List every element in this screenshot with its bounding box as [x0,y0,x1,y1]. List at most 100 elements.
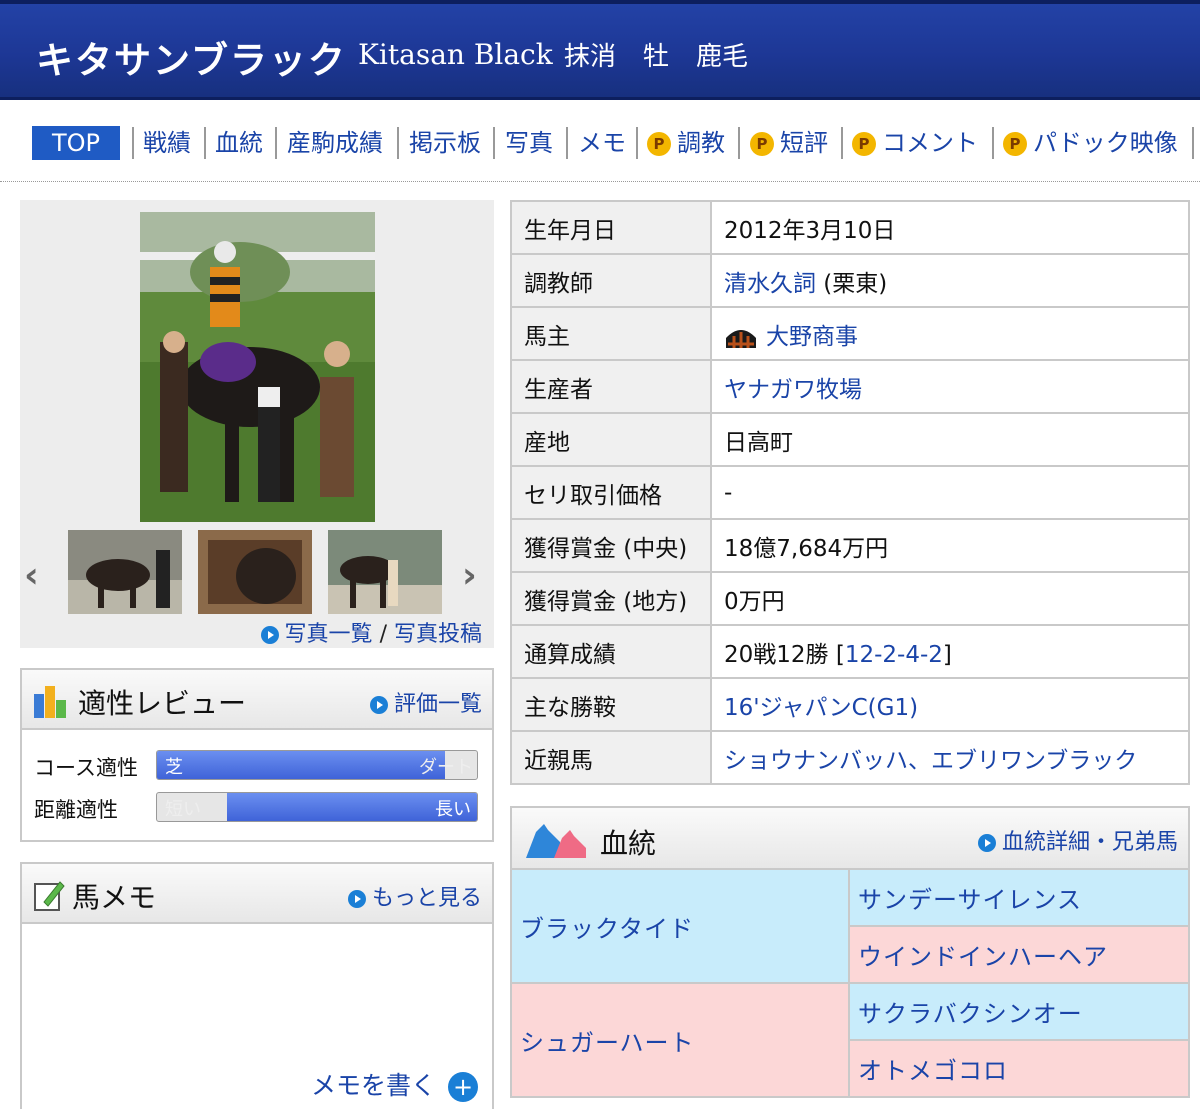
arrow-circle-icon [260,626,279,644]
breeder-link[interactable]: ヤナガワ牧場 [724,377,862,403]
major-wins-value: 16'ジャパンC(G1) [710,677,1190,732]
photo-post-link[interactable]: 写真投稿 [394,622,482,647]
owner-key: 馬主 [510,306,712,361]
major-wins-key: 主な勝鞍 [510,677,712,732]
tab-memo[interactable]: メモ [578,126,626,160]
thumbnail[interactable] [328,530,442,614]
sire-dam-cell[interactable]: ウインドインハーヘア [848,925,1190,984]
horse-memo-header: 馬メモ もっと見る [22,864,492,924]
owner-link[interactable]: 大野商事 [766,324,858,350]
tab-results[interactable]: 戦績 [143,126,191,160]
thumbnail[interactable] [68,530,182,614]
trainer-link[interactable]: 清水久詞 [724,271,816,297]
horse-memo-title: 馬メモ [72,881,157,914]
dam-cell[interactable]: シュガーハート [510,982,850,1098]
tab-nav: TOP 戦績 血統 産駒成績 掲示板 写真 メモ P 調教 P 短評 P コメント P… [0,100,1200,182]
tab-separator [397,127,399,159]
tab-top[interactable]: TOP [32,126,120,160]
table-row: 調教師 清水久詞 (栗東) [510,253,1190,308]
sire-sire-cell[interactable]: サンデーサイレンス [848,868,1190,927]
auction-price-value: - [710,465,1190,520]
birthdate-key: 生年月日 [510,200,712,255]
write-memo-label: メモを書く [311,1071,437,1100]
tab-separator [275,127,277,159]
owner-value: 大野商事 [710,306,1190,361]
tab-offspring[interactable]: 産駒成績 [287,126,383,160]
birthdate-value: 2012年3月10日 [710,200,1190,255]
rating-list-label: 評価一覧 [393,692,482,717]
horse-name-ja: キタサンブラック [36,39,347,82]
tab-board[interactable]: 掲示板 [409,126,481,160]
course-aptitude-fill [157,751,445,779]
tab-comment-label: コメント [882,129,978,157]
earnings-central-value: 18億7,684万円 [710,518,1190,573]
thumbnail[interactable] [198,530,312,614]
next-arrow-icon[interactable]: › [462,555,477,596]
tab-paddock-video-label: パドック映像 [1033,129,1178,157]
arrow-circle-icon [347,890,366,908]
more-memo-label: もっと見る [371,886,482,911]
photo-panel: ‹ › 写真一覧 / 写真投稿 [20,200,494,648]
career-record-text: 20戦12勝 [ [724,641,845,668]
tab-separator [738,127,740,159]
relatives-key: 近親馬 [510,730,712,785]
prev-arrow-icon[interactable]: ‹ [24,555,39,596]
sex-label: 牡 [643,42,670,72]
birthplace-value: 日高町 [710,412,1190,467]
pedigree-detail-link[interactable]: 血統詳細・兄弟馬 [977,824,1178,856]
memo-pencil-icon [34,881,65,911]
trainer-value: 清水久詞 (栗東) [710,253,1190,308]
career-record-link[interactable]: 12-2-4-2 [845,642,943,668]
link-separator: / [379,622,387,647]
major-win-link[interactable]: 16'ジャパンC(G1) [724,695,918,721]
career-record-key: 通算成績 [510,624,712,679]
tab-separator [1192,127,1194,159]
dam-sire-cell[interactable]: サクラバクシンオー [848,982,1190,1041]
premium-icon: P [852,132,876,156]
auction-price-key: セリ取引価格 [510,465,712,520]
arrow-circle-icon [369,696,388,714]
pedigree-box: 血統 血統詳細・兄弟馬 [510,806,1190,872]
tab-photos[interactable]: 写真 [505,126,553,160]
relatives-value: ショウナンバッハ、エブリワンブラック [710,730,1190,785]
premium-icon: P [647,132,671,156]
long-label: 長い [435,799,471,820]
rating-list-link[interactable]: 評価一覧 [369,686,482,718]
tab-short-review[interactable]: P 短評 [750,126,828,160]
write-memo-button[interactable]: メモを書く + [311,1066,478,1102]
table-row: 馬主 大野商事 [510,306,1190,361]
tab-training[interactable]: P 調教 [647,126,725,160]
trainer-key: 調教師 [510,253,712,308]
course-aptitude-bar: 芝 ダート [156,750,478,780]
table-row: シュガーハート サクラバクシンオー [510,982,1190,1098]
relatives-link[interactable]: ショウナンバッハ、エブリワンブラック [724,748,1137,774]
dam-dam-cell[interactable]: オトメゴコロ [848,1039,1190,1098]
earnings-local-key: 獲得賞金 (地方) [510,571,712,626]
tab-separator [493,127,495,159]
sire-cell[interactable]: ブラックタイド [510,868,850,984]
horse-name-en: Kitasan Black [358,38,553,71]
table-row: ブラックタイド サンデーサイレンス [510,868,1190,984]
table-row: 産地 日高町 [510,412,1190,467]
horse-memo-box: 馬メモ もっと見る メモを書く + [20,862,494,1109]
horse-heads-icon [526,824,586,858]
career-record-value: 20戦12勝 [12-2-4-2] [710,624,1190,679]
tab-pedigree[interactable]: 血統 [215,126,263,160]
tab-separator [636,127,638,159]
plus-icon: + [448,1072,478,1102]
short-label: 短い [165,799,201,820]
distance-aptitude-bar: 短い 長い [156,792,478,822]
table-row: 生産者 ヤナガワ牧場 [510,359,1190,414]
photo-list-link[interactable]: 写真一覧 [285,622,373,647]
earnings-central-key: 獲得賞金 (中央) [510,518,712,573]
tab-paddock-video[interactable]: P パドック映像 [1003,126,1178,160]
pedigree-header: 血統 血統詳細・兄弟馬 [512,808,1188,870]
main-horse-photo[interactable] [140,212,375,522]
tab-separator [204,127,206,159]
trainer-region: (栗東) [816,270,888,297]
tab-comment[interactable]: P コメント [852,126,978,160]
tab-separator [841,127,843,159]
more-memo-link[interactable]: もっと見る [347,880,482,912]
arrow-circle-icon [977,834,996,852]
tab-separator [992,127,994,159]
